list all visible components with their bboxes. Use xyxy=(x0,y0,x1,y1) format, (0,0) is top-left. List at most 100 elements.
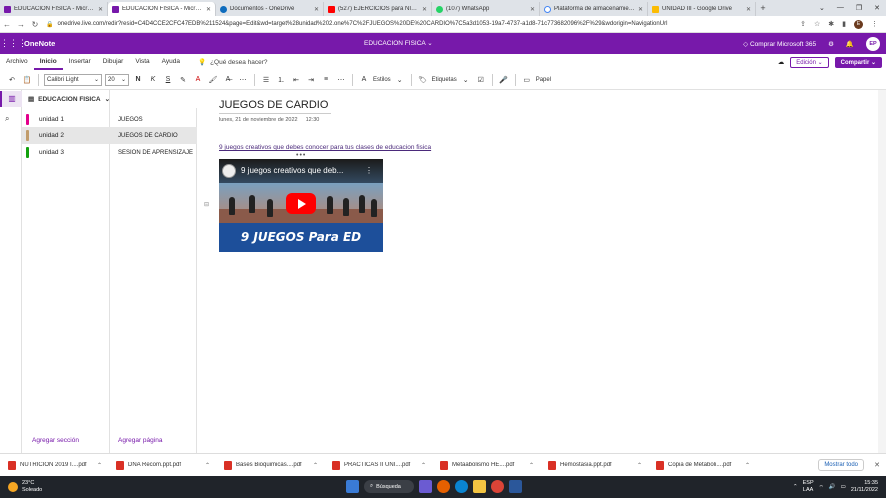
chevron-up-icon[interactable]: ⌃ xyxy=(313,462,324,469)
chevron-up-icon[interactable]: ⌃ xyxy=(793,484,798,490)
styles-icon[interactable]: A xyxy=(358,76,370,83)
chevron-up-icon[interactable]: ⌃ xyxy=(745,462,756,469)
forward-icon[interactable]: → xyxy=(14,20,28,29)
font-size-select[interactable]: 20 ⌄ xyxy=(105,73,129,86)
indent-icon[interactable]: ⇥ xyxy=(305,76,317,84)
more-icon[interactable]: ⋮ xyxy=(871,20,878,28)
undo-icon[interactable]: ↶ xyxy=(6,76,18,84)
numbering-icon[interactable]: ⒈ xyxy=(275,75,287,85)
notebooks-icon[interactable]: ▥ xyxy=(0,91,22,107)
font-family-select[interactable]: Calibri Light ⌄ xyxy=(44,73,102,86)
close-icon[interactable]: ✕ xyxy=(422,6,427,13)
download-item[interactable]: Bases Bioquimicas....pdf ⌃ xyxy=(216,460,324,470)
weather-widget[interactable]: 23°C Soleado xyxy=(0,480,42,494)
browser-tab[interactable]: EDUCACION FISICA - Microsoft ✕ xyxy=(0,2,108,16)
firefox-icon[interactable] xyxy=(437,480,450,493)
paper-button[interactable]: Papel xyxy=(536,77,551,83)
vertical-scrollbar[interactable] xyxy=(878,90,886,453)
styles-button[interactable]: Estilos xyxy=(373,77,391,83)
close-icon[interactable]: ✕ xyxy=(874,461,880,469)
italic-icon[interactable]: K xyxy=(147,76,159,83)
underline-icon[interactable]: S xyxy=(162,76,174,83)
minimize-icon[interactable]: — xyxy=(837,4,844,12)
reload-icon[interactable]: ↻ xyxy=(28,20,42,29)
chevron-down-icon[interactable]: ⌄ xyxy=(460,76,472,84)
close-icon[interactable]: ✕ xyxy=(314,6,319,13)
app-name[interactable]: OneNote xyxy=(24,39,55,48)
more-icon[interactable]: ⋯ xyxy=(237,76,249,84)
page-title[interactable]: JUEGOS DE CARDIO xyxy=(219,99,331,114)
app-launcher-icon[interactable]: ⋮⋮⋮ xyxy=(0,38,27,49)
chrome-icon[interactable] xyxy=(491,480,504,493)
video-title[interactable]: 9 juegos creativos que deb... xyxy=(241,166,343,175)
start-icon[interactable] xyxy=(346,480,359,493)
highlight-icon[interactable]: ✎ xyxy=(177,76,189,84)
browser-tab[interactable]: Documentos - OneDrive ✕ xyxy=(216,2,324,16)
outdent-icon[interactable]: ⇤ xyxy=(290,76,302,84)
menu-vista[interactable]: Vista xyxy=(129,54,155,70)
clipboard-icon[interactable]: 📋 xyxy=(21,76,33,84)
close-window-icon[interactable]: ✕ xyxy=(874,4,880,12)
menu-insertar[interactable]: Insertar xyxy=(63,54,97,70)
tag-icon[interactable]: 🏷 xyxy=(417,76,429,84)
add-section-button[interactable]: Agregar sección xyxy=(32,437,79,444)
download-item[interactable]: NUTRICIÓN 2019 I....pdf ⌃ xyxy=(0,460,108,470)
page-item[interactable]: SESION DE APRENSIZAJE xyxy=(110,144,197,161)
chevron-up-icon[interactable]: ⌃ xyxy=(637,462,648,469)
share-button[interactable]: Compartir ⌄ xyxy=(834,56,882,68)
notebook-selector[interactable]: ▤ EDUCACION FISICA ⌄ xyxy=(22,90,197,108)
tell-me-search[interactable]: 💡 ¿Qué desea hacer? xyxy=(198,58,268,67)
download-item[interactable]: Metaabolismo HE....pdf ⌃ xyxy=(432,460,540,470)
bold-icon[interactable]: N xyxy=(132,76,144,83)
section-unidad-1[interactable]: unidad 1 xyxy=(22,111,110,128)
teams-icon[interactable] xyxy=(419,480,432,493)
channel-avatar[interactable] xyxy=(222,164,236,178)
back-icon[interactable]: ← xyxy=(0,20,14,29)
drag-handle-icon[interactable]: ⊟ xyxy=(204,201,209,208)
more-icon[interactable]: ⋯ xyxy=(335,76,347,84)
bell-icon[interactable]: 🔔 xyxy=(846,40,854,48)
show-all-button[interactable]: Mostrar todo xyxy=(818,459,864,471)
settings-icon[interactable]: ⚙ xyxy=(828,40,834,48)
menu-inicio[interactable]: Inicio xyxy=(33,54,63,70)
page-item-selected[interactable]: JUEGOS DE CARDIO xyxy=(110,127,197,144)
clock[interactable]: 15:35 21/11/2022 xyxy=(851,480,878,494)
profile-avatar[interactable]: E xyxy=(854,19,863,29)
browser-tab[interactable]: (107) WhatsApp ✕ xyxy=(432,2,540,16)
close-icon[interactable]: ✕ xyxy=(530,6,535,13)
align-icon[interactable]: ≡ xyxy=(320,76,332,83)
close-icon[interactable]: ✕ xyxy=(98,6,103,13)
page-item[interactable]: JUEGOS xyxy=(110,111,197,128)
browser-tab-active[interactable]: EDUCACION FISICA - Microsoft ✕ xyxy=(108,2,216,16)
browser-tab[interactable]: UNIDAD III - Google Drive ✕ xyxy=(648,2,756,16)
battery-icon[interactable]: ▭ xyxy=(841,484,846,490)
user-avatar[interactable]: EP xyxy=(866,36,880,51)
wifi-icon[interactable]: ⌔ xyxy=(819,484,824,491)
url-field[interactable]: 🔒 onedrive.live.com/redir?resid=C4D4CCE2C… xyxy=(46,18,792,30)
browser-tab[interactable]: (527) EJERCICIOS para NIÑOS d✕ xyxy=(324,2,432,16)
bullets-icon[interactable]: ☰ xyxy=(260,76,272,84)
chevron-down-icon[interactable]: ⌄ xyxy=(394,76,406,84)
embedded-video[interactable]: 9 juegos creativos que deb... ⋮ 9 JUEGOS… xyxy=(219,159,383,252)
file-explorer-icon[interactable] xyxy=(473,480,486,493)
browser-tab[interactable]: Plataforma de almacenamiento ✕ xyxy=(540,2,648,16)
volume-icon[interactable]: 🔊 xyxy=(829,484,836,490)
paper-icon[interactable]: ▭ xyxy=(521,76,533,84)
buy-microsoft-365-link[interactable]: ◇ Comprar Microsoft 365 xyxy=(743,40,816,48)
menu-dibujar[interactable]: Dibujar xyxy=(97,54,130,70)
checkbox-tag-icon[interactable]: ☑ xyxy=(475,76,487,84)
share-icon[interactable]: ⇪ xyxy=(800,20,806,28)
play-icon[interactable] xyxy=(286,193,316,214)
edit-mode-button[interactable]: Edición ⌄ xyxy=(790,56,829,68)
new-tab-icon[interactable]: + xyxy=(756,3,770,13)
more-icon[interactable]: ••• xyxy=(296,152,306,159)
immersive-reader-icon[interactable]: ☁ xyxy=(778,58,785,66)
add-page-button[interactable]: Agregar página xyxy=(118,437,162,444)
download-item[interactable]: Hemostasia.ppt.pdf ⌃ xyxy=(540,460,648,470)
menu-archivo[interactable]: Archivo xyxy=(0,54,34,70)
chevron-up-icon[interactable]: ⌃ xyxy=(529,462,540,469)
close-icon[interactable]: ✕ xyxy=(638,6,643,13)
download-item[interactable]: PRÁCTICAS II UNI....pdf ⌃ xyxy=(324,460,432,470)
download-item[interactable]: Copia de Metaboli....pdf ⌃ xyxy=(648,460,756,470)
chevron-up-icon[interactable]: ⌃ xyxy=(421,462,432,469)
